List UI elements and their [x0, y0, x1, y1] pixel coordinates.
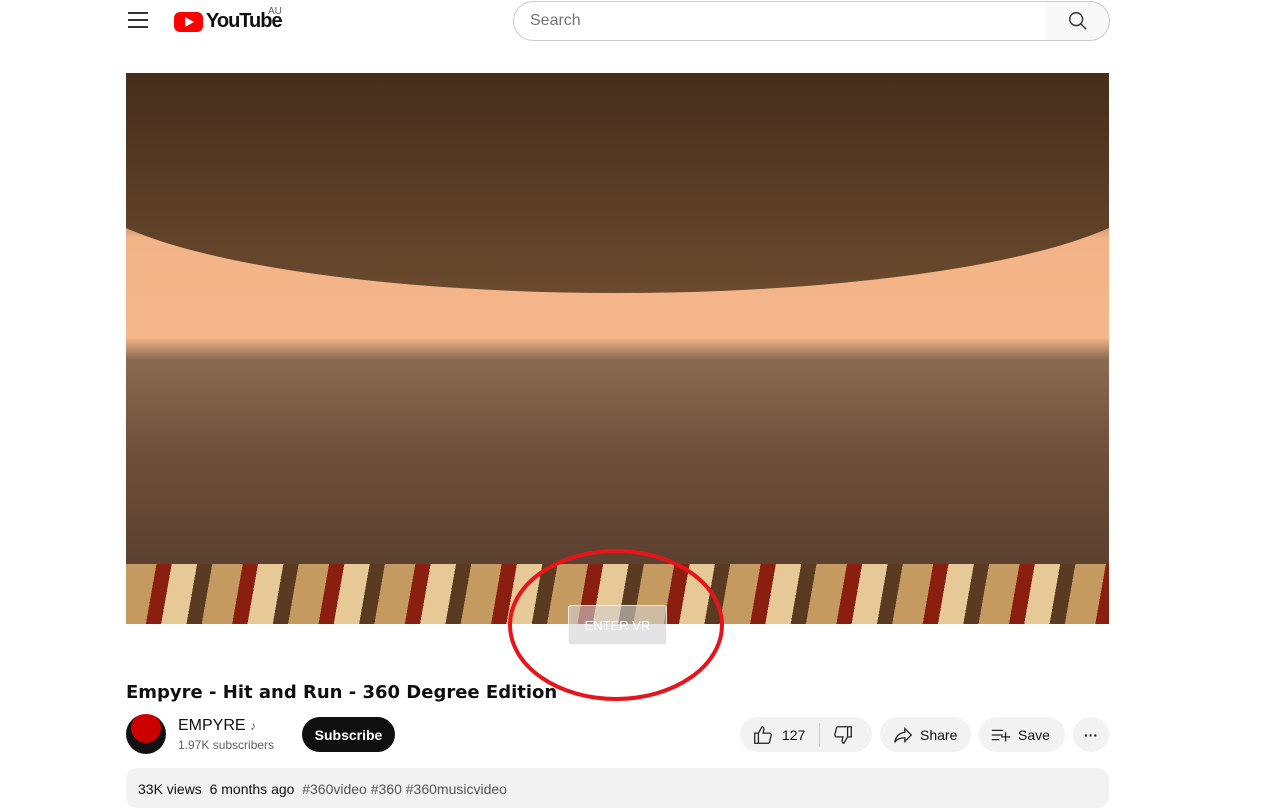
menu-icon[interactable] [128, 12, 148, 28]
description-box[interactable]: 33K views 6 months ago #360video #360 #3… [126, 768, 1109, 808]
more-icon: ··· [1084, 726, 1098, 743]
enter-vr-button[interactable]: ENTER VR [568, 605, 667, 645]
like-dislike-group: 127 [740, 717, 872, 752]
playlist-add-icon [991, 729, 1011, 741]
upload-date: 6 months ago [209, 781, 295, 797]
share-button[interactable]: Share [880, 717, 971, 752]
share-label: Share [920, 726, 958, 743]
share-icon [894, 726, 913, 743]
dislike-button[interactable] [820, 724, 854, 746]
like-button[interactable]: 127 [740, 722, 820, 747]
channel-name-text: EMPYRE [178, 717, 246, 734]
search-input[interactable] [513, 1, 1047, 41]
hashtags[interactable]: #360video #360 #360musicvideo [302, 781, 507, 797]
region-code: AU [268, 6, 282, 17]
save-label: Save [1018, 726, 1050, 743]
thumbs-up-icon [754, 725, 772, 744]
video-title: Empyre - Hit and Run - 360 Degree Editio… [126, 682, 558, 703]
like-count: 127 [782, 726, 806, 743]
more-actions-button[interactable]: ··· [1073, 717, 1109, 752]
search-button[interactable] [1046, 1, 1110, 41]
music-note-icon: ♪ [250, 719, 257, 733]
channel-avatar[interactable] [126, 714, 166, 754]
header: YouTube AU [0, 0, 1280, 42]
save-button[interactable]: Save [979, 717, 1065, 752]
thumbs-down-icon [834, 725, 852, 744]
video-player-360[interactable] [126, 73, 1109, 624]
subscriber-count: 1.97K subscribers [178, 738, 275, 752]
channel-name[interactable]: EMPYRE ♪ [178, 717, 256, 735]
youtube-logo[interactable]: YouTube [174, 10, 283, 33]
video-frame-roof [126, 73, 1109, 293]
search-icon [1068, 12, 1087, 30]
subscribe-button[interactable]: Subscribe [302, 717, 395, 752]
view-count: 33K views [138, 781, 202, 797]
play-logo-icon [174, 11, 203, 32]
